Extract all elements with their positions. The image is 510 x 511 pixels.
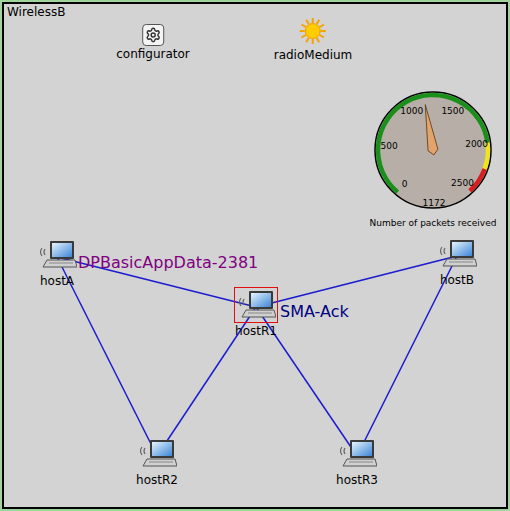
host-label: hostR1 (235, 324, 277, 338)
simulation-frame: WirelessB configurator radioMedium hostA hos… (0, 0, 510, 511)
host-node[interactable]: hostR3 (335, 436, 379, 487)
message-label: DPBasicAppData-2381 (78, 253, 258, 273)
host-node[interactable]: hostB (435, 236, 479, 287)
host-label: hostB (440, 273, 474, 287)
gauge-tick: 2500 (451, 178, 474, 188)
sun-icon (297, 15, 329, 47)
host-icon-box[interactable] (135, 436, 179, 472)
host-icon-box[interactable] (435, 236, 479, 272)
gauge-tick: 2000 (465, 139, 488, 149)
host-node[interactable]: hostR1 (234, 287, 278, 338)
gauge-band (378, 95, 488, 192)
laptop-icon (437, 238, 477, 270)
host-label: hostA (40, 274, 74, 288)
network-canvas: WirelessB configurator radioMedium hostA hos… (2, 2, 508, 509)
laptop-icon (137, 438, 177, 470)
gauge-needle (420, 104, 438, 156)
laptop-icon (37, 239, 77, 271)
link-line (256, 256, 457, 307)
host-label: hostR3 (336, 473, 378, 487)
gauge-label: Number of packets received (370, 218, 497, 228)
module-label: radioMedium (274, 48, 353, 62)
packets-gauge: 0 500 1000 1500 2000 2500 1172 Number of packet… (358, 85, 508, 233)
host-icon-box[interactable] (335, 436, 379, 472)
gauge-tick: 500 (381, 141, 398, 151)
host-node[interactable]: hostA (35, 237, 79, 288)
module-node[interactable]: configurator (116, 24, 190, 61)
host-node[interactable]: hostR2 (135, 436, 179, 487)
gauge-tick: 1500 (441, 106, 464, 116)
laptop-icon (236, 289, 276, 321)
network-title: WirelessB (7, 5, 65, 19)
gauge-reading: 1172 (423, 198, 446, 208)
message-label: SMA-Ack (280, 302, 349, 322)
host-icon-box[interactable] (234, 287, 278, 323)
gauge-tick: 1000 (400, 106, 423, 116)
module-label: configurator (116, 47, 190, 61)
host-icon-box[interactable] (35, 237, 79, 273)
laptop-icon (337, 438, 377, 470)
gauge-tick: 0 (402, 179, 408, 189)
host-label: hostR2 (136, 473, 178, 487)
module-node[interactable]: radioMedium (274, 15, 353, 62)
gear-icon (142, 24, 164, 46)
